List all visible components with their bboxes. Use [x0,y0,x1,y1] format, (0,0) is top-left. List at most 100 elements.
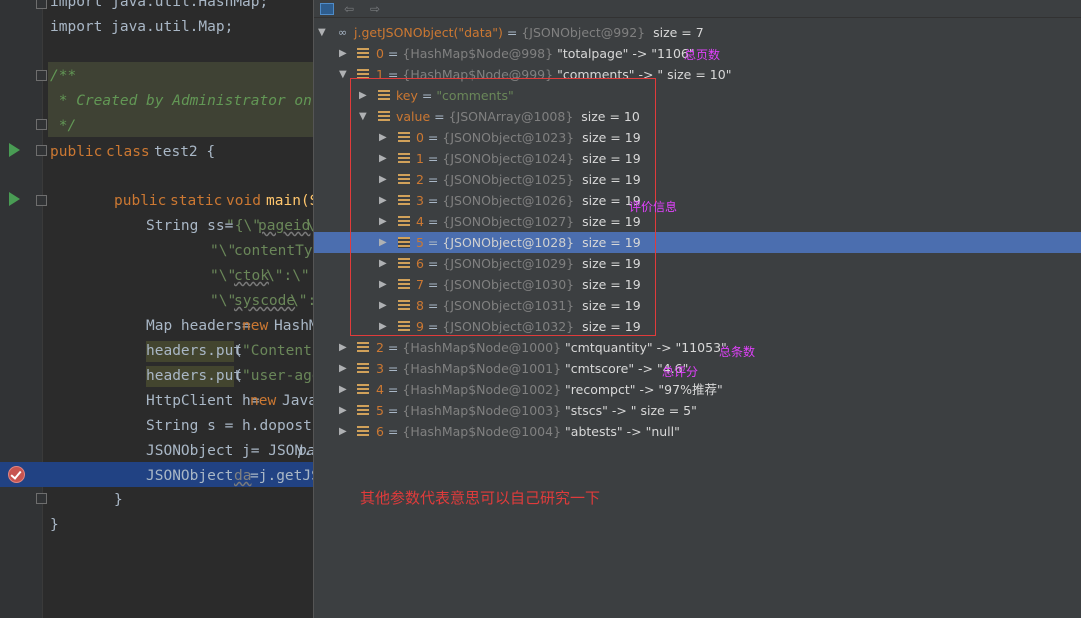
equals-sign: = [383,46,403,61]
string-literal: "Content- [242,343,313,359]
code-editor[interactable]: import java.util.HashMap; import java.ut… [0,0,313,618]
size-text: size = 7 [653,25,704,40]
code-text: HashM [274,318,313,334]
debugger-toolbar: ⇦ ⇨ [314,0,1081,18]
code-line: "\" ctok \":\" [0,264,313,289]
object-ref: {HashMap$Node@998} [402,46,554,61]
code-line: /** [0,64,313,89]
code-line: import java.util.HashMap; [0,0,313,15]
field-icon [357,384,369,395]
code-line: headers.put("Content- [0,339,313,364]
equals-sign: = [502,25,522,40]
annotation-total-count: 总条数 [719,345,756,359]
tree-row[interactable]: ▶ 2 = {HashMap$Node@1000} "cmtquantity" -… [314,337,1081,358]
field-icon [357,405,369,416]
index: 6 [376,424,384,439]
unused-variable: da [234,468,252,484]
watch-expression-icon: ∞ [338,26,348,39]
object-ref: {HashMap$Node@1002} [402,382,562,397]
code-line: "\"syscode\": [0,289,313,314]
object-ref: {HashMap$Node@1003} [402,403,562,418]
keyword: public [114,193,167,209]
string-literal: syscode [234,293,296,309]
code-text: import java.util.Map; [50,19,234,35]
code-line: String s = h.dopost( [0,414,313,439]
debugger-variables-panel[interactable]: ⇦ ⇨ ▼ ∞ j.getJSONObject("data") = {JSONO… [313,0,1081,618]
code-text: String s = h.dopost( [146,418,313,434]
code-text: headers.put [146,368,243,384]
string-literal: "\" [210,268,237,284]
string-literal: \":\" [266,268,310,284]
code-text: pa [298,443,313,459]
tree-row[interactable]: ▶ 5 = {HashMap$Node@1003} "stscs" -> " si… [314,400,1081,421]
index: 3 [376,361,384,376]
code-text: JSONObject [146,468,234,484]
string-literal: contentTyp [234,243,313,259]
field-icon [357,48,369,59]
string-literal: "\" [210,243,237,259]
code-text: } [50,517,59,533]
object-ref: {HashMap$Node@1004} [402,424,562,439]
collapse-arrow-icon[interactable]: ▶ [339,358,347,379]
keyword: new [242,318,269,334]
entry-value: "recompct" -> "97%推荐" [565,382,723,397]
collapse-arrow-icon[interactable]: ▶ [339,421,347,442]
comment-text: * Created by Administrator on 20 [50,93,313,109]
equals-sign: = [383,382,403,397]
entry-value: "abtests" -> "null" [565,424,680,439]
collapse-arrow-icon[interactable]: ▶ [339,379,347,400]
index: 4 [376,382,384,397]
code-line: headers.put("user-age [0,364,313,389]
keyword: public [50,144,103,160]
code-line: import java.util.Map; [0,15,313,40]
collapse-arrow-icon[interactable]: ▶ [339,337,347,358]
code-text: Map headers= [146,318,251,334]
equals-sign: = [383,340,403,355]
entry-value: "stscs" -> " size = 5" [565,403,697,418]
code-line-current: JSONObject da =j.getJS [0,464,313,489]
tree-row[interactable]: ▶ 6 = {HashMap$Node@1004} "abtests" -> "n… [314,421,1081,442]
code-text: String ss= [146,218,234,234]
back-icon[interactable]: ⇦ [344,2,354,16]
field-icon [357,426,369,437]
method-name: main(S [266,193,313,209]
code-line: HttpClient h= new Java [0,389,313,414]
code-line: */ [0,114,313,139]
object-ref: {HashMap$Node@1000} [402,340,562,355]
expand-arrow-icon[interactable]: ▼ [339,64,347,85]
index: 0 [376,46,384,61]
code-text: headers.put [146,343,243,359]
code-text: HttpClient h= [146,393,260,409]
expand-arrow-icon[interactable]: ▼ [318,22,326,43]
equals-sign: = [383,424,403,439]
tree-row-root[interactable]: ▼ ∞ j.getJSONObject("data") = {JSONObjec… [314,22,1081,43]
keyword: void [226,193,261,209]
object-ref: {JSONObject@992} [521,25,646,40]
code-line: * Created by Administrator on 20 [0,89,313,114]
string-literal: "{\" [226,218,261,234]
code-line: String ss="{\"pageid\ [0,214,313,239]
code-line: "\" contentTyp [0,239,313,264]
field-icon [357,363,369,374]
entry-value: "totalpage" -> "1106" [557,46,695,61]
watch-icon[interactable] [320,3,334,15]
string-literal: \": [290,293,313,309]
keyword: static [170,193,223,209]
comment-text: */ [50,118,77,134]
equals-sign: = [383,403,403,418]
variable-name: j.getJSONObject("data") [354,25,503,40]
object-ref: {HashMap$Node@1001} [402,361,562,376]
field-icon [357,342,369,353]
code-line: JSONObject j= JSON.pa [0,439,313,464]
code-line: } [0,513,313,538]
code-text: =j.getJS [250,468,313,484]
forward-icon[interactable]: ⇨ [370,2,380,16]
string-literal: "\" [210,293,237,309]
tree-row[interactable]: ▶ 4 = {HashMap$Node@1002} "recompct" -> "… [314,379,1081,400]
index: 5 [376,403,384,418]
keyword: class [106,144,150,160]
collapse-arrow-icon[interactable]: ▶ [339,400,347,421]
collapse-arrow-icon[interactable]: ▶ [339,43,347,64]
string-literal: pageid [258,218,311,234]
keyword: new [250,393,277,409]
